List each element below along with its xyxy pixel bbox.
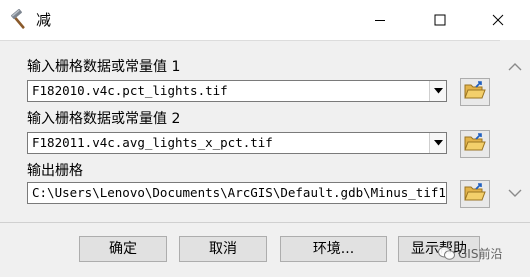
open-folder-icon bbox=[464, 80, 486, 104]
ok-button[interactable]: 确定 bbox=[79, 236, 167, 262]
input-raster-1-value: F182010.v4c.pct_lights.tif bbox=[32, 83, 228, 98]
open-folder-icon bbox=[464, 132, 486, 156]
output-raster-value: C:\Users\Lenovo\Documents\ArcGIS\Default… bbox=[32, 185, 446, 200]
dialog-window: 减 输入栅格数据或常量值 1 F182010.v4c.pct_lights.ti… bbox=[0, 0, 530, 277]
close-icon bbox=[492, 14, 504, 26]
maximize-icon bbox=[434, 14, 446, 26]
input-raster-1-label: 输入栅格数据或常量值 1 bbox=[27, 59, 181, 75]
cancel-button[interactable]: 取消 bbox=[179, 236, 267, 262]
output-raster-label: 输出栅格 bbox=[27, 163, 83, 179]
minimize-button[interactable] bbox=[358, 0, 402, 40]
window-title: 减 bbox=[36, 11, 52, 29]
watermark-text: GIS前沿 bbox=[458, 246, 503, 261]
input-raster-1-combo[interactable]: F182010.v4c.pct_lights.tif bbox=[27, 80, 447, 102]
input-raster-2-label: 输入栅格数据或常量值 2 bbox=[27, 111, 181, 127]
minimize-icon bbox=[375, 20, 385, 21]
input-raster-2-value: F182011.v4c.avg_lights_x_pct.tif bbox=[32, 135, 273, 150]
dropdown-arrow-icon[interactable] bbox=[429, 133, 446, 153]
chat-bubble-icon bbox=[438, 246, 455, 261]
environments-button[interactable]: 环境... bbox=[280, 236, 387, 262]
close-button[interactable] bbox=[476, 0, 520, 40]
open-folder-icon bbox=[464, 182, 486, 206]
title-bar: 减 bbox=[0, 0, 530, 40]
watermark: GIS前沿 bbox=[438, 243, 502, 263]
scroll-down-arrow-icon[interactable] bbox=[506, 186, 524, 200]
browse-output-button[interactable] bbox=[460, 180, 490, 208]
scroll-up-arrow-icon[interactable] bbox=[506, 60, 524, 74]
maximize-button[interactable] bbox=[418, 0, 462, 40]
browse-input-1-button[interactable] bbox=[460, 78, 490, 106]
hammer-icon bbox=[8, 8, 30, 31]
browse-input-2-button[interactable] bbox=[460, 130, 490, 158]
dropdown-arrow-icon[interactable] bbox=[429, 81, 446, 101]
output-raster-field[interactable]: C:\Users\Lenovo\Documents\ArcGIS\Default… bbox=[27, 182, 447, 204]
input-raster-2-combo[interactable]: F182011.v4c.avg_lights_x_pct.tif bbox=[27, 132, 447, 154]
